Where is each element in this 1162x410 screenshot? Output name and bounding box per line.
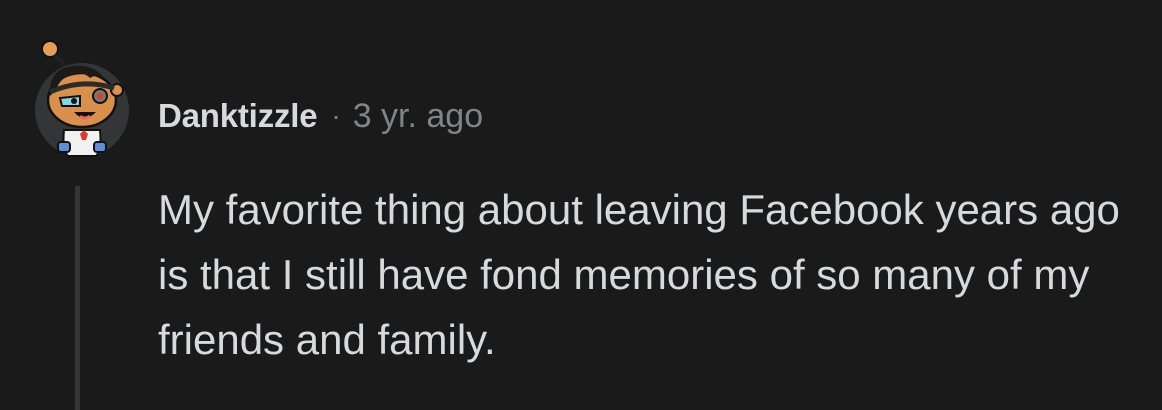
snoo-avatar-icon[interactable] [34, 38, 130, 158]
meta-separator: · [331, 100, 341, 131]
comment: Danktizzle · 3 yr. ago My favorite thing… [0, 0, 1162, 410]
comment-timestamp[interactable]: 3 yr. ago [353, 97, 483, 136]
comment-body: My favorite thing about leaving Facebook… [158, 186, 1120, 363]
username-link[interactable]: Danktizzle [158, 97, 318, 135]
thread-collapse-line[interactable] [75, 186, 80, 410]
comment-header: Danktizzle · 3 yr. ago [158, 92, 483, 140]
